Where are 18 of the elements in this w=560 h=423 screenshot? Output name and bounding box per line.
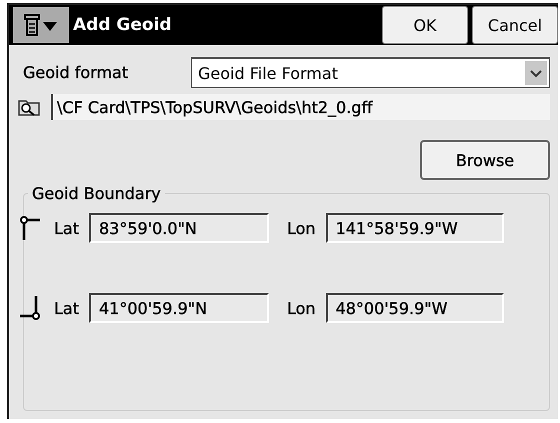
browse-button[interactable]: Browse (420, 140, 550, 180)
menu-button[interactable] (13, 7, 69, 43)
group-title: Geoid Boundary (31, 184, 162, 203)
lat-label: Lat (54, 218, 79, 238)
lon-label: Lon (287, 218, 316, 238)
lat-label: Lat (54, 298, 79, 318)
chevron-down-icon (525, 61, 547, 85)
longitude-field[interactable]: 141°58'59.9"W (326, 213, 504, 243)
file-path-field[interactable]: \CF Card\TPS\TopSURV\Geoids\ht2_0.gff (51, 94, 550, 120)
window-title: Add Geoid (73, 15, 173, 35)
lon-label: Lon (287, 298, 316, 318)
latitude-field[interactable]: 83°59'0.0"N (89, 213, 269, 243)
latitude-field[interactable]: 41°00'59.9"N (89, 293, 269, 323)
field-label: Geoid format (22, 63, 130, 82)
title-bar-button[interactable]: OK (382, 6, 468, 44)
format-dropdown[interactable]: Geoid File Format (191, 57, 550, 88)
longitude-field[interactable]: 48°00'59.9"W (326, 293, 504, 323)
title-bar-button[interactable]: Cancel (472, 6, 558, 44)
